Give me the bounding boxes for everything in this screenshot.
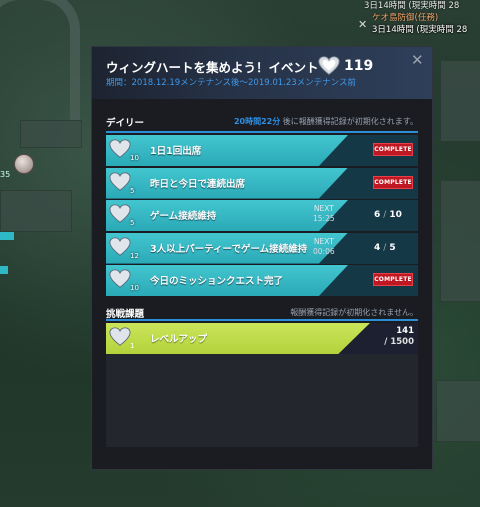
- mission-label: ゲーム接続維持: [150, 211, 217, 222]
- progress-current: 141: [396, 326, 414, 336]
- stone-block: [440, 180, 480, 302]
- daily-mission-row: 5 昨日と今日で連続出席 COMPLETE: [106, 167, 418, 199]
- reward-count: 10: [130, 284, 139, 292]
- challenge-note: 報酬獲得記録が初期化されません。: [290, 308, 418, 317]
- mission-fill: [106, 200, 348, 231]
- next-time: 00:06: [313, 246, 335, 256]
- progress-separator: /: [383, 242, 387, 253]
- reward-count: 10: [130, 154, 139, 162]
- progress-total: 10: [389, 210, 402, 220]
- challenge-section-title: 挑戦課題: [106, 309, 145, 320]
- daily-mission-row: 12 3人以上パーティーでゲーム接続維持 NEXT 00:06 4/5: [106, 232, 418, 264]
- wing-heart-icon: [318, 56, 340, 75]
- event-panel: ウィングハートを集めよう！イベント 期間：2018.12.19メンテナンス後〜2…: [91, 46, 433, 470]
- daily-section-title: デイリー: [106, 118, 145, 129]
- reset-timer: 20時間22分: [233, 117, 281, 126]
- mission-label: 3人以上パーティーでゲーム接続維持: [150, 243, 308, 255]
- close-button[interactable]: ✕: [411, 53, 424, 68]
- stone-block: [0, 190, 72, 232]
- heart-count: 119: [344, 58, 374, 74]
- stone-arch: [0, 0, 80, 120]
- wing-heart-icon: [109, 139, 131, 158]
- next-label: NEXT: [313, 236, 334, 246]
- mission-label: 今日のミッションクエスト完了: [150, 276, 284, 287]
- next-time: 15:25: [313, 214, 335, 223]
- daily-mission-row: 10 今日のミッションクエスト完了 COMPLETE: [106, 265, 418, 296]
- wing-heart-icon: [109, 204, 131, 223]
- progress-current: 6: [374, 210, 381, 220]
- daily-mission-row: 5 ゲーム接続維持 NEXT 15:25 6/10: [106, 200, 418, 231]
- event-title: ウィングハートを集めよう！イベント: [106, 60, 319, 75]
- mission-label: 1日1回出席: [150, 146, 202, 157]
- mission-progress: 4/5: [374, 243, 396, 253]
- reward-count: 5: [130, 219, 135, 227]
- mission-label: レベルアップ: [150, 334, 208, 345]
- reset-text: 後に報酬獲得記録が初期化されます。: [280, 117, 418, 126]
- wing-heart-icon: [109, 269, 131, 288]
- reward-count: 12: [130, 251, 139, 260]
- mp-bar: [0, 266, 8, 274]
- section-divider: [106, 131, 418, 133]
- notification-line: 3日14時間 (現実時間 28: [372, 25, 468, 35]
- notification-list-lower: 3日14時間 (現実時間 28: [358, 12, 480, 36]
- mission-label: 昨日と今日で連続出席: [150, 178, 246, 190]
- reward-count: 5: [130, 186, 135, 195]
- complete-badge: COMPLETE: [373, 175, 413, 189]
- progress-total: / 1500: [384, 337, 414, 347]
- mission-fill: [106, 135, 348, 166]
- wing-heart-icon: [109, 327, 131, 346]
- challenge-mission-row: 1 レベルアップ 141/ 1500: [106, 323, 418, 354]
- hp-bar: [0, 232, 14, 240]
- reward-count: 1: [130, 342, 135, 350]
- mission-progress: 6/10: [374, 210, 402, 220]
- mission-fill: [106, 323, 370, 354]
- complete-badge: COMPLETE: [373, 273, 413, 286]
- next-timer: NEXT 00:06: [313, 237, 335, 257]
- next-timer: NEXT 15:25: [313, 204, 335, 224]
- daily-reset-note: 20時間22分 後に報酬獲得記録が初期化されます。: [234, 116, 418, 127]
- mission-progress: 141/ 1500: [368, 326, 414, 348]
- progress-current: 4: [374, 242, 381, 253]
- notification-line: 3日14時間 (現実時間 28: [364, 1, 460, 11]
- next-label: NEXT: [313, 204, 334, 213]
- wing-heart-icon: [109, 236, 131, 256]
- daily-mission-row: 10 1日1回出席 COMPLETE: [106, 135, 418, 166]
- wing-heart-icon: [109, 171, 131, 191]
- player-avatar[interactable]: [14, 154, 34, 174]
- stone-block: [440, 60, 480, 142]
- stone-block: [20, 120, 82, 148]
- complete-badge: COMPLETE: [373, 143, 413, 156]
- challenge-list: 1 レベルアップ 141/ 1500: [106, 323, 418, 447]
- daily-mission-list: 10 1日1回出席 COMPLETE 5 昨日と今日で連続出席 COMPLETE…: [106, 135, 418, 298]
- progress-total: 5: [389, 242, 396, 253]
- panel-header: ウィングハートを集めよう！イベント 期間：2018.12.19メンテナンス後〜2…: [92, 47, 432, 99]
- player-level: 35: [0, 170, 11, 179]
- stone-block: [436, 380, 480, 442]
- event-period: 期間：2018.12.19メンテナンス後〜2019.01.23メンテナンス前: [106, 78, 356, 88]
- section-divider: [106, 319, 418, 321]
- progress-separator: /: [383, 210, 387, 220]
